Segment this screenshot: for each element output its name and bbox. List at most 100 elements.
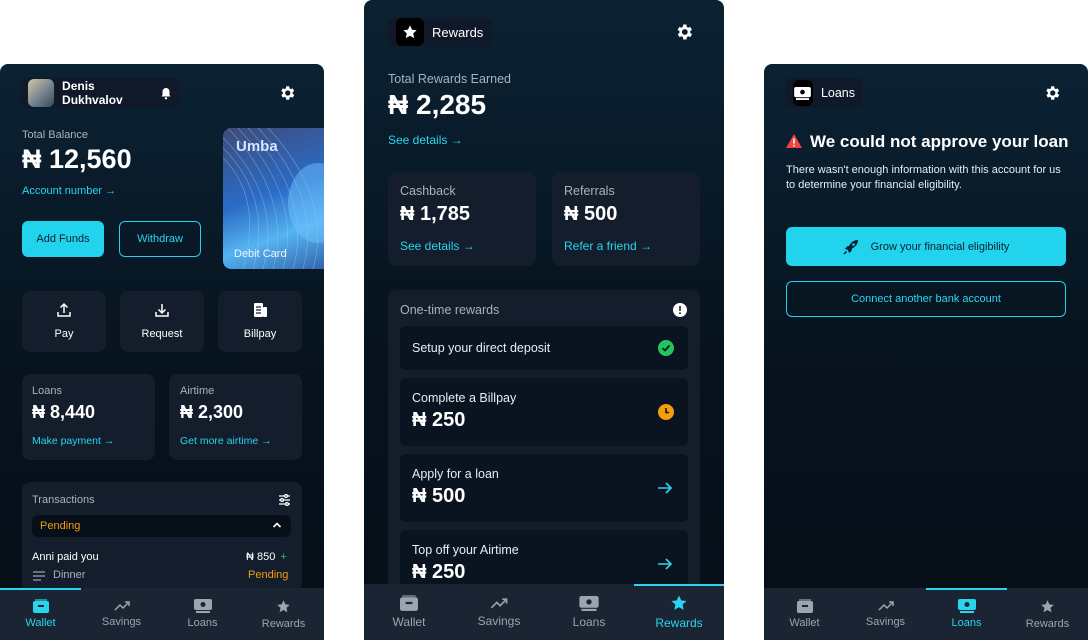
bottom-tab-bar: Wallet Savings Loans Rewards <box>764 588 1088 640</box>
user-name: Denis Dukhvalov <box>62 79 123 107</box>
referrals-card[interactable]: Referrals ₦ 500 Refer a friend → <box>552 172 700 266</box>
arrow-right-icon <box>657 557 673 571</box>
clock-icon <box>658 404 674 420</box>
withdraw-button[interactable]: Withdraw <box>119 221 201 257</box>
transactions-title: Transactions <box>32 494 95 506</box>
account-number-link[interactable]: Account number → <box>22 185 116 197</box>
tab-rewards[interactable]: Rewards <box>243 588 324 640</box>
tab-savings[interactable]: Savings <box>454 584 544 640</box>
tab-loans-label: Loans <box>572 614 606 629</box>
airtime-amount: ₦ 2,300 <box>180 402 244 422</box>
loans-header-chip: Loans <box>785 78 863 108</box>
rewards-header-chip: Rewards <box>388 17 492 47</box>
wallet-icon <box>796 599 813 613</box>
loans-screen: Loans We could not approve your loan The… <box>764 64 1088 640</box>
avatar <box>28 79 55 107</box>
get-airtime-link[interactable]: Get more airtime → <box>180 435 272 447</box>
pending-filter-dropdown[interactable]: Pending <box>32 515 291 537</box>
one-time-rewards-title: One-time rewards <box>400 303 500 317</box>
cash-icon <box>193 599 212 613</box>
tab-rewards[interactable]: Rewards <box>1007 588 1088 640</box>
loan-error-body: There wasn't enough information with thi… <box>786 164 1061 191</box>
gear-icon[interactable] <box>674 22 694 42</box>
cashback-amount: ₦ 1,785 <box>400 203 471 225</box>
gear-icon[interactable] <box>1043 84 1061 102</box>
refer-friend-link[interactable]: Refer a friend → <box>564 239 652 253</box>
tab-wallet[interactable]: Wallet <box>0 588 81 640</box>
tab-loans-label: Loans <box>951 617 982 629</box>
reward-item[interactable]: Setup your direct deposit <box>400 326 688 370</box>
tab-savings-label: Savings <box>865 616 906 628</box>
transaction-title: Anni paid you <box>32 551 99 563</box>
tab-loans[interactable]: Loans <box>162 588 243 640</box>
bell-icon[interactable] <box>160 87 172 100</box>
reward-title: Apply for a loan <box>412 467 499 481</box>
connect-bank-button[interactable]: Connect another bank account <box>786 281 1066 317</box>
cash-icon <box>793 80 813 106</box>
add-funds-button[interactable]: Add Funds <box>22 221 104 257</box>
loans-amount: ₦ 8,440 <box>32 402 96 422</box>
receipt-icon <box>253 302 268 318</box>
loans-card[interactable]: Loans ₦ 8,440 Make payment → <box>22 374 155 460</box>
transaction-sign: + <box>280 551 287 563</box>
see-details-link[interactable]: See details → <box>388 133 463 147</box>
tab-savings[interactable]: Savings <box>845 588 926 640</box>
wallet-icon <box>32 599 49 613</box>
reward-item[interactable]: Apply for a loan ₦ 500 <box>400 454 688 522</box>
check-icon <box>658 340 674 356</box>
debit-card[interactable]: Umba Debit Card <box>223 128 324 269</box>
rewards-title: Rewards <box>432 24 484 40</box>
tab-wallet[interactable]: Wallet <box>764 588 845 640</box>
info-icon[interactable] <box>673 303 687 317</box>
reward-item[interactable]: Complete a Billpay ₦ 250 <box>400 378 688 446</box>
gear-icon[interactable] <box>278 84 296 102</box>
bottom-tab-bar: Wallet Savings Loans Rewards <box>0 588 324 640</box>
one-time-rewards-panel: One-time rewards Setup your direct depos… <box>388 290 700 600</box>
transaction-status: Pending <box>248 569 289 581</box>
tab-loans-label: Loans <box>187 617 218 629</box>
request-action[interactable]: Request <box>120 291 204 352</box>
profile-chip[interactable]: Denis Dukhvalov <box>20 78 180 108</box>
arrow-right-icon <box>657 481 673 495</box>
cashback-details-link[interactable]: See details → <box>400 239 475 253</box>
pay-action[interactable]: Pay <box>22 291 106 352</box>
star-icon <box>1040 599 1055 614</box>
tab-rewards[interactable]: Rewards <box>634 584 724 640</box>
chevron-up-icon <box>272 521 282 529</box>
total-rewards-amount: ₦ 2,285 <box>388 89 487 120</box>
tab-loans[interactable]: Loans <box>926 588 1007 640</box>
airtime-card[interactable]: Airtime ₦ 2,300 Get more airtime → <box>169 374 302 460</box>
wallet-icon <box>400 595 418 611</box>
transactions-panel: Transactions Pending Anni paid you ₦ 850… <box>22 482 302 592</box>
tab-savings[interactable]: Savings <box>81 588 162 640</box>
billpay-label: Billpay <box>243 328 277 340</box>
tab-rewards-label: Rewards <box>1025 617 1070 630</box>
cash-icon <box>579 595 599 611</box>
total-rewards-label: Total Rewards Earned <box>388 72 511 86</box>
tab-rewards-label: Rewards <box>261 617 306 630</box>
star-icon <box>276 599 291 614</box>
tab-wallet-label: Wallet <box>25 617 56 629</box>
card-label: Debit Card <box>234 248 287 260</box>
billpay-action[interactable]: Billpay <box>218 291 302 352</box>
upload-icon <box>56 302 72 318</box>
tab-wallet[interactable]: Wallet <box>364 584 454 640</box>
trending-up-icon <box>113 600 130 612</box>
loan-error-title: We could not approve your loan <box>810 132 1069 151</box>
filter-icon[interactable] <box>278 494 291 506</box>
note-icon <box>33 571 45 581</box>
reward-title: Top off your Airtime <box>412 543 519 557</box>
transaction-note: Dinner <box>53 569 86 581</box>
cash-icon <box>957 599 976 613</box>
grow-eligibility-button[interactable]: Grow your financial eligibility <box>786 227 1066 266</box>
tab-rewards-label: Rewards <box>655 616 703 630</box>
tab-loans[interactable]: Loans <box>544 584 634 640</box>
trending-up-icon <box>490 597 508 610</box>
rocket-icon <box>843 239 859 255</box>
make-payment-link[interactable]: Make payment → <box>32 435 114 447</box>
tab-savings-label: Savings <box>101 616 142 628</box>
cashback-card[interactable]: Cashback ₦ 1,785 See details → <box>388 172 536 266</box>
request-label: Request <box>141 328 183 340</box>
referrals-amount: ₦ 500 <box>564 203 618 225</box>
total-balance: ₦ 12,560 <box>22 144 132 174</box>
